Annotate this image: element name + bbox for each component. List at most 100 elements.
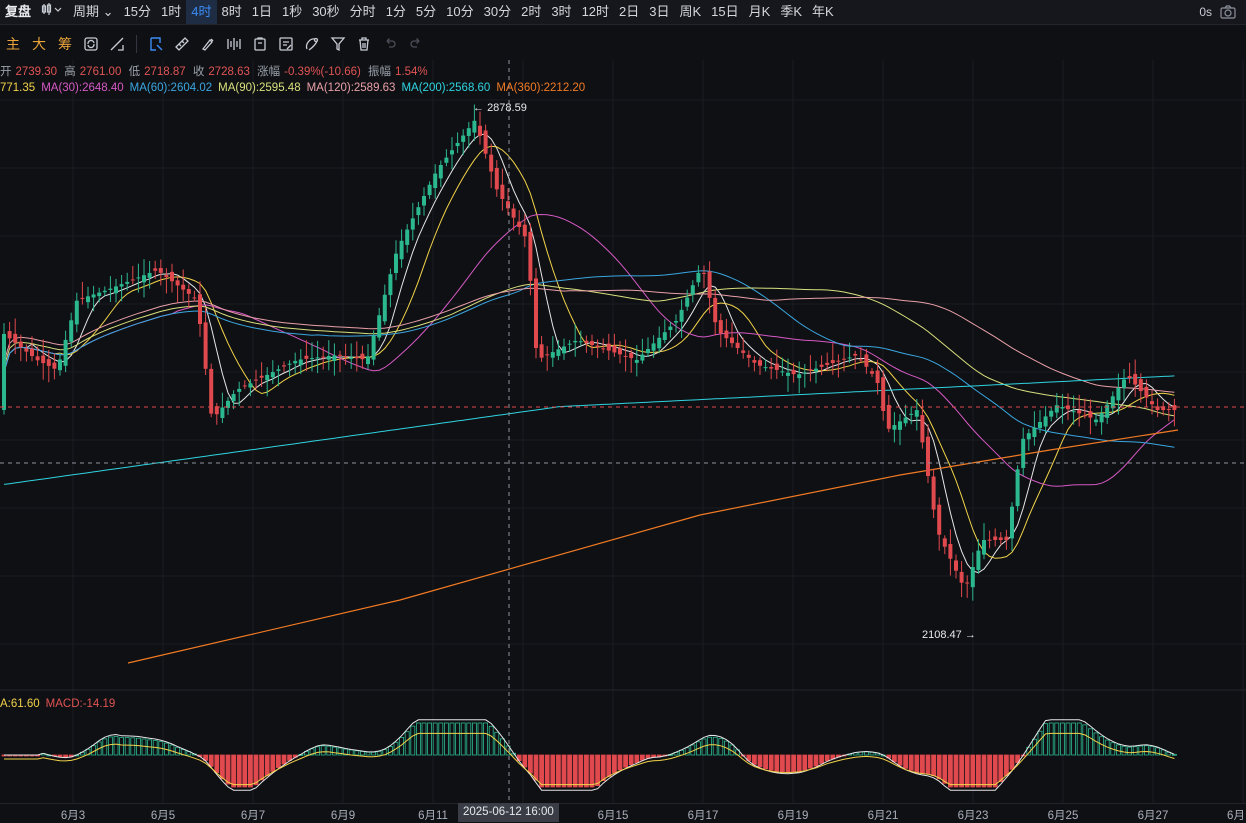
high-price-value: 2878.59 xyxy=(487,102,527,114)
macd-bar xyxy=(387,746,393,756)
candle-body xyxy=(181,284,186,290)
indicator-tab-main[interactable]: 主 xyxy=(0,34,26,54)
candle-body xyxy=(886,404,891,429)
interval-tab[interactable]: 15日 xyxy=(706,0,743,24)
chart-type-button[interactable] xyxy=(36,0,68,24)
interval-tab[interactable]: 1日 xyxy=(247,0,277,24)
macd-bar xyxy=(427,722,433,756)
interval-tab[interactable]: 8时 xyxy=(217,0,247,24)
low-price-value: 2108.47 xyxy=(922,629,962,641)
candle-body xyxy=(248,383,253,388)
indicator-tab-large[interactable]: 大 xyxy=(26,34,52,54)
candle-body xyxy=(573,340,578,343)
magnet-tool-button[interactable] xyxy=(299,31,325,57)
candle-body xyxy=(634,359,639,363)
candle-body xyxy=(91,294,96,298)
macd-bar xyxy=(780,754,785,773)
ma-legend-item: MA(90):2595.48 xyxy=(218,82,301,94)
macd-bar xyxy=(326,745,332,756)
brush-tool-button[interactable] xyxy=(195,31,221,57)
interval-tab[interactable]: 周K xyxy=(675,0,707,24)
macd-bar xyxy=(421,722,427,756)
macd-bar xyxy=(438,722,444,756)
candle-body xyxy=(998,537,1003,540)
candle-body xyxy=(354,356,359,359)
candle-body xyxy=(746,354,751,358)
filter-tool-button[interactable] xyxy=(325,31,351,57)
candle-body xyxy=(1155,406,1160,410)
candle-body xyxy=(713,297,718,323)
candle-body xyxy=(444,157,449,163)
ma-mid-line xyxy=(3,145,1175,559)
indicator-tab-chips[interactable]: 筹 xyxy=(52,34,78,54)
macd-bar xyxy=(1043,723,1048,756)
cursor-tool-button[interactable] xyxy=(143,31,169,57)
interval-tab[interactable]: 季K xyxy=(775,0,807,24)
sync-tool-button[interactable] xyxy=(78,31,104,57)
macd-bar xyxy=(981,754,987,788)
delete-tool-button[interactable] xyxy=(351,31,377,57)
macd-bar xyxy=(1048,722,1054,756)
interval-tab[interactable]: 2时 xyxy=(516,0,546,24)
macd-bar xyxy=(359,751,365,756)
interval-tab[interactable]: 5分 xyxy=(411,0,441,24)
camera-icon[interactable] xyxy=(1220,5,1236,19)
candlestick-chart-icon xyxy=(41,3,62,15)
interval-tab[interactable]: 30秒 xyxy=(307,0,344,24)
macd-bar xyxy=(1004,754,1009,776)
candle-body xyxy=(948,544,953,559)
interval-tab[interactable]: 10分 xyxy=(441,0,478,24)
macd-bar xyxy=(992,754,998,788)
ma-short-line xyxy=(3,133,1175,574)
candle-body xyxy=(668,326,673,331)
candle-body xyxy=(164,274,169,278)
open-value: 2739.30 xyxy=(15,66,58,78)
text-tool-button[interactable] xyxy=(247,31,273,57)
measure-tool-button[interactable] xyxy=(104,31,130,57)
interval-tab[interactable]: 30分 xyxy=(479,0,516,24)
filter-icon xyxy=(330,37,346,52)
redo-button[interactable] xyxy=(403,31,429,57)
ruler-tool-button[interactable] xyxy=(169,31,195,57)
undo-button[interactable] xyxy=(377,31,403,57)
macd-bar xyxy=(987,754,992,788)
candle-body xyxy=(242,385,247,387)
macd-bar xyxy=(404,731,410,756)
price-chart[interactable] xyxy=(0,60,1246,803)
interval-tab[interactable]: 4时 xyxy=(186,0,217,24)
candle-body xyxy=(735,342,740,349)
interval-tab[interactable]: 1秒 xyxy=(277,0,307,24)
trash-icon xyxy=(359,37,369,51)
candle-body xyxy=(483,130,488,154)
interval-tab[interactable]: 3时 xyxy=(546,0,576,24)
candle-body xyxy=(1110,396,1115,409)
macd-bar xyxy=(113,735,119,756)
pattern-tool-button[interactable] xyxy=(221,31,247,57)
candle-body xyxy=(522,224,527,237)
interval-tab[interactable]: 15分 xyxy=(119,0,156,24)
interval-tab[interactable]: 分时 xyxy=(345,0,381,24)
note-tool-button[interactable] xyxy=(273,31,299,57)
candle-body xyxy=(534,278,538,348)
macd-bar xyxy=(466,722,472,756)
interval-tab[interactable]: 1分 xyxy=(381,0,411,24)
interval-tab[interactable]: 年K xyxy=(807,0,839,24)
macd-bar xyxy=(908,754,914,771)
macd-bar xyxy=(175,746,181,756)
interval-tab[interactable]: 3日 xyxy=(644,0,674,24)
candle-body xyxy=(46,359,51,366)
period-dropdown[interactable]: 周期 ⌄ xyxy=(68,0,119,24)
interval-tab[interactable]: 2日 xyxy=(614,0,644,24)
macd-bar xyxy=(964,754,970,788)
interval-tab[interactable]: 月K xyxy=(744,0,776,24)
time-axis: 6月3 6月5 6月7 6月9 6月11 6月15 6月17 6月19 6月21 6月23 6月25… xyxy=(0,803,1246,823)
interval-tab[interactable]: 12时 xyxy=(577,0,614,24)
macd-bar xyxy=(612,754,617,774)
candle-body xyxy=(338,354,342,356)
candle-body xyxy=(685,297,690,307)
replay-button[interactable]: 复盘 xyxy=(0,0,36,24)
candle-body xyxy=(690,285,695,295)
interval-tab[interactable]: 1时 xyxy=(156,0,186,24)
macd-bar xyxy=(253,754,259,786)
macd-bar xyxy=(976,754,981,788)
